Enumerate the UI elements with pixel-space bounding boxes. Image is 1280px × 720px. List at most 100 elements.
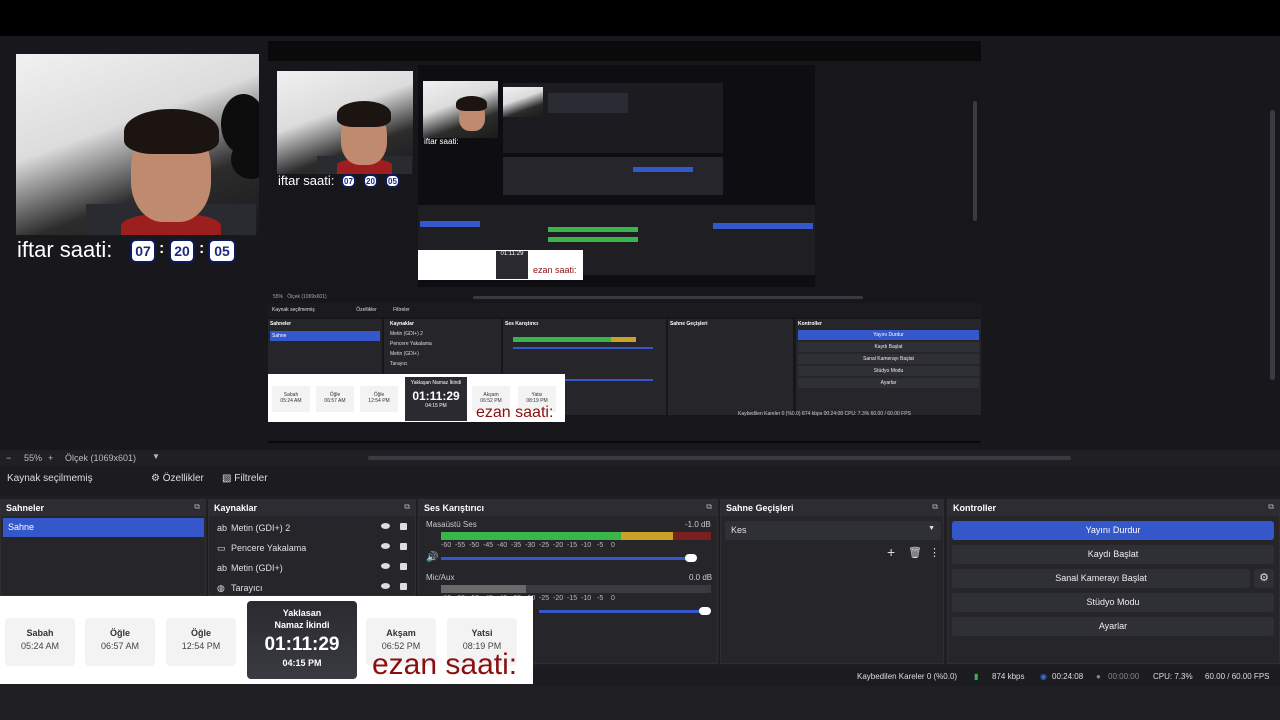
source-item[interactable]: ◍ Tarayıcı [217, 579, 412, 597]
dock-undock-icon[interactable]: ⧉ [404, 502, 410, 512]
nested-source-bar: Kaynak seçilmemiş Özellikler Filtreler [268, 303, 981, 317]
signal-icon: ▮ [974, 672, 979, 681]
program-canvas: iftar saati: 07 20 05 iftar saati: 01:11… [268, 41, 981, 443]
visibility-eye-icon[interactable] [381, 543, 390, 549]
deeper-iftar-label: iftar saati: [424, 137, 459, 146]
colon: : [199, 240, 205, 257]
dock-undock-icon[interactable]: ⧉ [194, 502, 200, 512]
nested-prayer-widget: Sabah 05:24 AM Öğle 06:57 AM Öğle 12:54 PM … [268, 374, 565, 422]
countdown-time: 04:15 PM [282, 658, 322, 668]
nested-sources-dock: Kaynaklar Metin (GDI+) 2 Pencere Yakalam… [384, 319, 501, 374]
visibility-eye-icon[interactable] [381, 563, 390, 569]
scale-dropdown-icon[interactable]: ▼ [152, 452, 160, 461]
deeper-docks [503, 157, 723, 195]
preview-scrollbar-h[interactable] [368, 456, 1071, 460]
text-icon: ab [217, 523, 228, 533]
speaker-icon[interactable]: 🔊 [426, 552, 438, 563]
start-virtual-camera-button[interactable]: Sanal Kamerayı Başlat [952, 569, 1250, 588]
lock-icon[interactable] [400, 563, 407, 570]
source-item[interactable]: ▭ Pencere Yakalama [217, 539, 412, 557]
channel-name: Masaüstü Ses [426, 520, 477, 529]
scene-item[interactable]: Sahne [3, 518, 204, 537]
volume-slider-handle[interactable] [685, 554, 697, 562]
status-bar: Kaybedilen Kareler 0 (%0.0) ▮ 874 kbps ◉… [533, 668, 1280, 686]
stream-time: 00:24:08 [1052, 672, 1084, 681]
countdown-title: Yaklasan Namaz İkindi [274, 608, 330, 630]
nested-zoom-bar: 55% Ölçek (1069x601) [273, 294, 327, 300]
zoom-bar: − 55% + Ölçek (1069x601) ▼ [0, 450, 1280, 466]
filters-button[interactable]: ▧ Filtreler [222, 473, 268, 484]
lock-icon[interactable] [400, 523, 407, 530]
colon: : [159, 240, 165, 257]
preview-scrollbar-v[interactable] [1270, 110, 1275, 380]
lock-icon[interactable] [400, 543, 407, 550]
zoom-out-button[interactable]: − [6, 453, 11, 463]
visibility-eye-icon[interactable] [381, 523, 390, 529]
nested-webcam-feed [277, 71, 413, 174]
channel-db: 0.0 dB [689, 573, 713, 582]
studio-mode-button[interactable]: Stüdyo Modu [952, 593, 1274, 612]
text-icon: ab [217, 563, 228, 573]
scenes-title: Sahneler [1, 500, 205, 516]
volume-meter [441, 532, 711, 540]
volume-slider[interactable] [539, 610, 707, 613]
deeper-webcam [423, 81, 498, 138]
ezan-label: ezan saati: [372, 648, 518, 681]
properties-button[interactable]: ⚙ Özellikler [151, 473, 204, 484]
controls-title: Kontroller [948, 500, 1279, 516]
source-item[interactable]: ab Metin (GDI+) 2 [217, 519, 412, 537]
zoom-in-button[interactable]: + [48, 453, 53, 463]
sources-title: Kaynaklar [209, 500, 415, 516]
volume-slider[interactable] [441, 557, 689, 560]
dock-undock-icon[interactable]: ⧉ [1268, 502, 1274, 512]
stream-icon: ◉ [1040, 672, 1047, 681]
meter-ticks: -60 -55 -50 -45 -40 -35 -30 -25 -20 -15 … [441, 542, 615, 549]
iftar-label: iftar saati: [17, 237, 113, 262]
zoom-level: 55% [24, 453, 43, 463]
nested-iftar-hours: 07 [341, 174, 356, 188]
start-recording-button[interactable]: Kaydı Başlat [952, 545, 1274, 564]
source-label: Pencere Yakalama [231, 543, 307, 553]
dock-undock-icon[interactable]: ⧉ [706, 502, 712, 512]
trash-icon[interactable]: 🗑 [908, 546, 922, 559]
nested-status: Kaybedilen Kareler 0 (%0.0) 874 kbps 00:… [738, 411, 911, 417]
source-label: Kaynak seçilmemiş [7, 473, 93, 484]
channel-db: -1.0 dB [685, 520, 711, 529]
globe-icon: ◍ [217, 583, 225, 593]
gear-icon: ⚙ [151, 473, 160, 484]
deeper-nested-view: iftar saati: 01:11:29 ezan saati: [418, 65, 815, 287]
deeper-canvas [503, 83, 723, 153]
prayer-card: Öğle 06:57 AM [85, 618, 155, 666]
dock-undock-icon[interactable]: ⧉ [932, 502, 938, 512]
source-label: Metin (GDI+) [231, 563, 283, 573]
scale-label: Ölçek (1069x601) [65, 453, 137, 463]
next-prayer-countdown: Yaklasan Namaz İkindi 01:11:29 04:15 PM [247, 601, 357, 679]
dropped-frames: Kaybedilen Kareler 0 (%0.0) [857, 672, 958, 681]
more-options-icon[interactable]: ⋮ [929, 546, 940, 559]
dropdown-arrow-icon: ▼ [928, 525, 935, 532]
source-label: Tarayıcı [231, 583, 263, 593]
webcam-feed [16, 54, 259, 235]
transition-select[interactable]: Kes ▼ [725, 521, 941, 540]
iftar-hours: 07 [130, 239, 156, 263]
volume-meter [441, 585, 711, 593]
source-item[interactable]: ab Metin (GDI+) [217, 559, 412, 577]
iftar-seconds: 05 [208, 239, 236, 263]
visibility-eye-icon[interactable] [381, 583, 390, 589]
sources-dock: Kaynaklar ⧉ ab Metin (GDI+) 2 ▭ Pencere … [208, 499, 416, 596]
stop-streaming-button[interactable]: Yayını Durdur [952, 521, 1274, 540]
mixer-title: Ses Karıştırıcı [419, 500, 717, 516]
settings-button[interactable]: Ayarlar [952, 617, 1274, 636]
nested-iftar-seconds: 05 [385, 174, 400, 188]
lock-icon[interactable] [400, 583, 407, 590]
fps: 60.00 / 60.00 FPS [1205, 672, 1270, 681]
filter-icon: ▧ [222, 473, 232, 484]
volume-slider-handle[interactable] [699, 607, 711, 615]
add-transition-button[interactable]: + [887, 544, 895, 560]
window-icon: ▭ [217, 543, 226, 553]
nested-iftar-minutes: 20 [363, 174, 378, 188]
window-top-bar [0, 0, 1280, 36]
virtual-camera-settings-gear-icon[interactable]: ⚙ [1254, 569, 1274, 588]
prayer-card: Öğle 12:54 PM [166, 618, 236, 666]
bitrate: 874 kbps [992, 672, 1025, 681]
